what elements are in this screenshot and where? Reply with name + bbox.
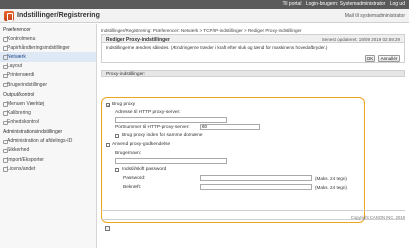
- username-label: Brugernavn:: [115, 151, 142, 156]
- proxy-auth-label: Anvend proxy-godkendelse: [112, 142, 171, 147]
- http-port-label: Portnummer til HTTP-proxy-server:: [115, 125, 190, 130]
- page-title: Rediger Proxy-indstillinger: [106, 36, 170, 43]
- http-port-field[interactable]: 80: [200, 124, 260, 130]
- confirm-note: (Maks. 24 tegn): [315, 185, 347, 190]
- top-links: Til portal Login-brugern: Systemadminist…: [279, 1, 405, 7]
- proxy-auth-checkbox[interactable]: [106, 143, 110, 147]
- sidebar-item-user-settings[interactable]: Brugerindstillinger: [0, 80, 96, 89]
- sidebar-group-admin: Administrationsindstillinger: [3, 129, 63, 136]
- section-header-proxy: Proxy-indstillinger:: [101, 70, 405, 77]
- scroll-to-top-icon[interactable]: [105, 226, 110, 231]
- portal-link[interactable]: Til portal: [282, 1, 301, 7]
- sidebar-item-tools-menu[interactable]: Menuen Værktøj: [0, 99, 96, 108]
- panel-header: Rediger Proxy-indstillinger Senest opdat…: [101, 34, 405, 43]
- username-field[interactable]: [115, 158, 227, 164]
- set-password-checkbox[interactable]: [115, 168, 119, 172]
- sidebar-item-paper-settings[interactable]: Papirhåndteringsindstillinger: [0, 43, 96, 52]
- password-field[interactable]: [200, 175, 312, 181]
- confirm-label: Bekræft:: [123, 185, 142, 190]
- sidebar-group-preferences: Præferencer: [3, 26, 31, 33]
- use-proxy-checkbox[interactable]: [106, 103, 111, 109]
- notice-text: Indstillingerne ændres således. (Ændring…: [106, 45, 328, 50]
- mail-admin-link[interactable]: Mail til systemadministrator: [345, 13, 405, 19]
- sidebar-item-dept-id[interactable]: Administration af afdelings-ID: [0, 137, 96, 146]
- sidebar-group-output: Output/kontrol: [3, 91, 35, 98]
- password-note: (Maks. 24 tegn): [315, 176, 347, 181]
- sidebar-item-import-export[interactable]: Import/Eksporter: [0, 155, 96, 164]
- sidebar: Præferencer Kontrolmenu Papirhåndterings…: [0, 24, 97, 248]
- ok-button[interactable]: OK: [365, 55, 375, 62]
- sidebar-item-layout[interactable]: Layout: [0, 62, 96, 71]
- notice-box: Indstillingerne ændres således. (Ændring…: [101, 43, 405, 63]
- sidebar-item-license[interactable]: Licens/andet: [0, 164, 96, 173]
- app-title: Indstillinger/Registrering: [17, 12, 100, 19]
- copyright: Copyright CANON INC. 2019: [350, 215, 405, 220]
- sidebar-item-device-control[interactable]: Enhedskontrol: [0, 118, 96, 127]
- last-updated: Senest opdateret: 19/09 2019 02:59:29: [321, 37, 400, 42]
- page-header: Indstillinger/Registrering Mail til syst…: [0, 9, 409, 23]
- sidebar-item-calibration[interactable]: Kalibrering: [0, 108, 96, 117]
- top-bar: Til portal Login-brugern: Systemadminist…: [0, 0, 409, 9]
- cancel-button[interactable]: Annullér: [378, 55, 400, 62]
- sidebar-item-network[interactable]: Netværk: [0, 52, 96, 62]
- footer-divider: [101, 210, 405, 211]
- sidebar-item-printer-value[interactable]: Printerværdi: [0, 71, 96, 80]
- same-domain-checkbox[interactable]: [115, 134, 119, 138]
- logout-link[interactable]: Log ud: [390, 1, 405, 7]
- confirm-password-field[interactable]: [200, 184, 312, 190]
- set-password-label: Indstil/skift password: [122, 167, 167, 172]
- http-address-field[interactable]: [115, 117, 227, 123]
- password-label: Password:: [123, 176, 146, 181]
- main-content: Indstillinger/Registrering: Præferencer:…: [101, 26, 405, 231]
- sidebar-item-security[interactable]: Sikkerhed: [0, 146, 96, 155]
- sidebar-item-control-menu[interactable]: Kontrolmenu: [0, 34, 96, 43]
- same-domain-label: Brug proxy inden for samme domæne: [122, 133, 203, 138]
- settings-app-icon: [4, 11, 14, 21]
- login-user-label: Login-brugern: Systemadministrator: [305, 1, 386, 7]
- use-proxy-label: Brug proxy: [112, 102, 136, 107]
- breadcrumb: Indstillinger/Registrering: Præferencer:…: [101, 28, 302, 33]
- http-address-label: Adresse til HTTP proxy-server:: [115, 110, 181, 115]
